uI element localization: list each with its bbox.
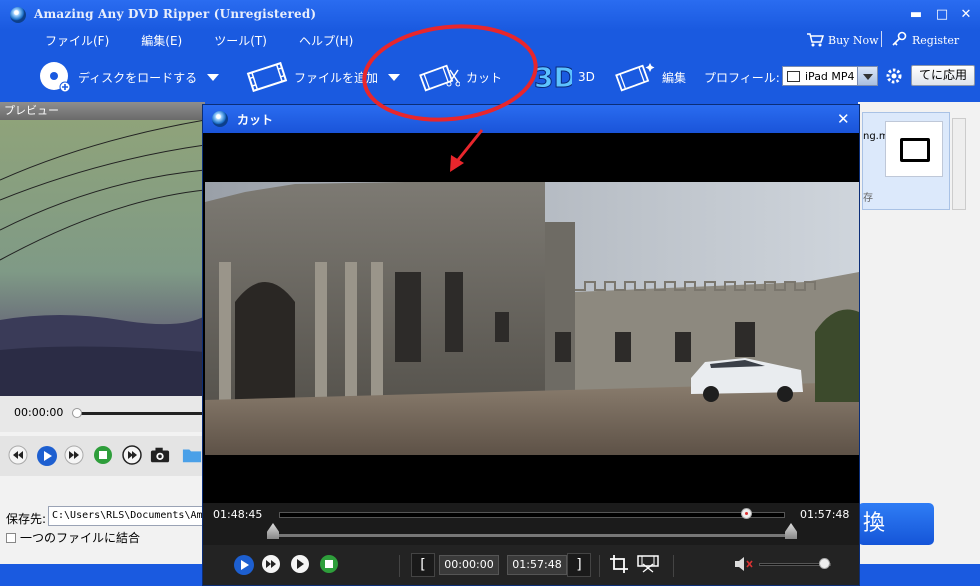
merge-checkbox[interactable] bbox=[6, 532, 16, 543]
play-icon[interactable] bbox=[233, 554, 255, 576]
set-start-button[interactable]: [ bbox=[411, 553, 435, 577]
stop-icon[interactable] bbox=[319, 554, 339, 574]
minimize-icon[interactable]: ▬ bbox=[908, 8, 924, 22]
apply-button[interactable]: てに応用 bbox=[911, 65, 975, 86]
output-row: 保存先: C:\Users\RLS\Documents\Ama 一つのファイルに… bbox=[0, 500, 208, 548]
preview-image bbox=[0, 120, 205, 396]
cut-end-field[interactable]: 01:57:48 bbox=[507, 555, 567, 575]
divider bbox=[673, 555, 674, 577]
close-icon[interactable]: ✕ bbox=[837, 110, 850, 128]
svg-text:3D: 3D bbox=[534, 61, 572, 94]
cut-film-icon bbox=[419, 64, 460, 92]
divider bbox=[599, 555, 600, 577]
preview-time: 00:00:00 bbox=[14, 406, 64, 419]
3d-button[interactable]: 3D 3D bbox=[534, 56, 595, 98]
film-strip-icon bbox=[246, 61, 288, 93]
3d-icon: 3D bbox=[534, 61, 572, 95]
divider bbox=[399, 555, 400, 577]
camera-icon[interactable] bbox=[150, 445, 170, 465]
video-frame bbox=[205, 182, 859, 455]
load-disc-button[interactable]: ディスクをロードする bbox=[38, 56, 220, 98]
chevron-down-icon[interactable] bbox=[388, 73, 401, 81]
edit-film-icon bbox=[615, 63, 655, 92]
edit-button[interactable]: 編集 bbox=[614, 56, 686, 98]
cut-seek-knob[interactable] bbox=[741, 508, 753, 519]
fast-forward-icon[interactable] bbox=[261, 554, 281, 574]
maximize-icon[interactable]: □ bbox=[934, 8, 950, 22]
chevron-down-icon[interactable] bbox=[207, 73, 220, 81]
cut-end-time: 01:57:48 bbox=[800, 508, 850, 521]
cut-dialog-title: カット bbox=[237, 113, 274, 127]
menu-bar: ファイル(F) 編集(E) ツール(T) ヘルプ(H) bbox=[30, 32, 385, 50]
set-end-button[interactable]: ] bbox=[567, 553, 591, 577]
cut-range-line bbox=[273, 534, 795, 537]
cut-controls: [ 00:00:00 01:57:48 ] bbox=[203, 545, 859, 585]
device-icon bbox=[787, 70, 800, 82]
convert-button[interactable]: 換 bbox=[858, 503, 934, 545]
preview-seek-knob[interactable] bbox=[72, 408, 82, 418]
cut-end-marker[interactable] bbox=[785, 523, 797, 539]
title-bar: Amazing Any DVD Ripper (Unregistered) ▬ … bbox=[0, 0, 980, 30]
scissors-film-icon[interactable] bbox=[637, 554, 659, 574]
next-frame-icon[interactable] bbox=[122, 445, 142, 465]
file-item[interactable]: ng.mp 存 bbox=[862, 112, 950, 210]
menu-help[interactable]: ヘルプ(H) bbox=[299, 32, 353, 50]
gear-icon[interactable] bbox=[885, 67, 903, 85]
play-icon[interactable] bbox=[36, 445, 58, 467]
cut-start-time: 01:48:45 bbox=[213, 508, 263, 521]
profile-label-text: プロフィール: bbox=[704, 70, 780, 85]
disc-icon bbox=[40, 62, 71, 93]
volume-knob[interactable] bbox=[819, 558, 830, 569]
cut-seek-track[interactable] bbox=[279, 512, 785, 518]
preview-header: プレビュー bbox=[0, 102, 205, 120]
cut-button[interactable]: カット bbox=[418, 56, 502, 98]
window-title: Amazing Any DVD Ripper (Unregistered) bbox=[34, 7, 317, 21]
edit-label: 編集 bbox=[662, 70, 687, 85]
cut-start-marker[interactable] bbox=[267, 523, 279, 539]
ipad-device-icon bbox=[885, 121, 943, 177]
fast-forward-icon[interactable] bbox=[64, 445, 84, 465]
load-disc-label: ディスクをロードする bbox=[78, 70, 198, 85]
preview-panel: プレビュー 00:00:00 bbox=[0, 102, 205, 564]
app-logo-icon bbox=[10, 7, 26, 23]
profile-label: プロフィール: bbox=[704, 56, 780, 98]
cut-begin-field[interactable]: 00:00:00 bbox=[439, 555, 499, 575]
buy-now-label: Buy Now bbox=[828, 33, 879, 47]
cut-dialog-titlebar: カット ✕ bbox=[203, 105, 859, 133]
merge-option[interactable]: 一つのファイルに結合 bbox=[6, 529, 140, 546]
output-path-field[interactable]: C:\Users\RLS\Documents\Ama bbox=[48, 506, 208, 526]
register-link[interactable]: Register bbox=[890, 31, 959, 49]
folder-icon[interactable] bbox=[182, 445, 202, 465]
divider bbox=[881, 31, 882, 47]
cut-dialog: カット ✕ 01:48:45 01:57:48 [00:00:00 01:57… bbox=[202, 104, 860, 586]
add-file-label: ファイルを追加 bbox=[294, 70, 379, 85]
cut-label: カット bbox=[466, 70, 503, 85]
key-icon bbox=[892, 31, 907, 46]
preview-seek-track[interactable] bbox=[78, 412, 205, 415]
app-logo-icon bbox=[212, 111, 228, 127]
file-sub-label: 存 bbox=[863, 193, 873, 204]
register-label: Register bbox=[912, 33, 960, 47]
stop-icon[interactable] bbox=[93, 445, 113, 465]
menu-edit[interactable]: 編集(E) bbox=[141, 32, 182, 50]
buy-now-link[interactable]: Buy Now bbox=[806, 31, 879, 49]
mute-icon[interactable] bbox=[733, 554, 755, 574]
crop-icon[interactable] bbox=[609, 554, 629, 574]
cart-icon bbox=[807, 33, 824, 47]
menu-file[interactable]: ファイル(F) bbox=[45, 32, 109, 50]
rewind-icon[interactable] bbox=[8, 445, 28, 465]
output-label: 保存先: bbox=[6, 512, 47, 526]
merge-label: 一つのファイルに結合 bbox=[20, 531, 141, 545]
chevron-down-icon[interactable] bbox=[857, 67, 877, 85]
profile-select[interactable]: iPad MP4 bbox=[782, 66, 878, 86]
3d-label: 3D bbox=[578, 70, 595, 84]
next-frame-icon[interactable] bbox=[290, 554, 310, 574]
preview-timebar: 00:00:00 bbox=[0, 396, 205, 432]
preview-controls bbox=[0, 436, 205, 476]
add-file-button[interactable]: ファイルを追加 bbox=[246, 56, 401, 98]
menu-tools[interactable]: ツール(T) bbox=[214, 32, 267, 50]
file-list-scrollbar[interactable] bbox=[952, 118, 966, 210]
cut-timeline: 01:48:45 01:57:48 bbox=[203, 503, 859, 545]
close-icon[interactable]: ✕ bbox=[958, 8, 974, 22]
